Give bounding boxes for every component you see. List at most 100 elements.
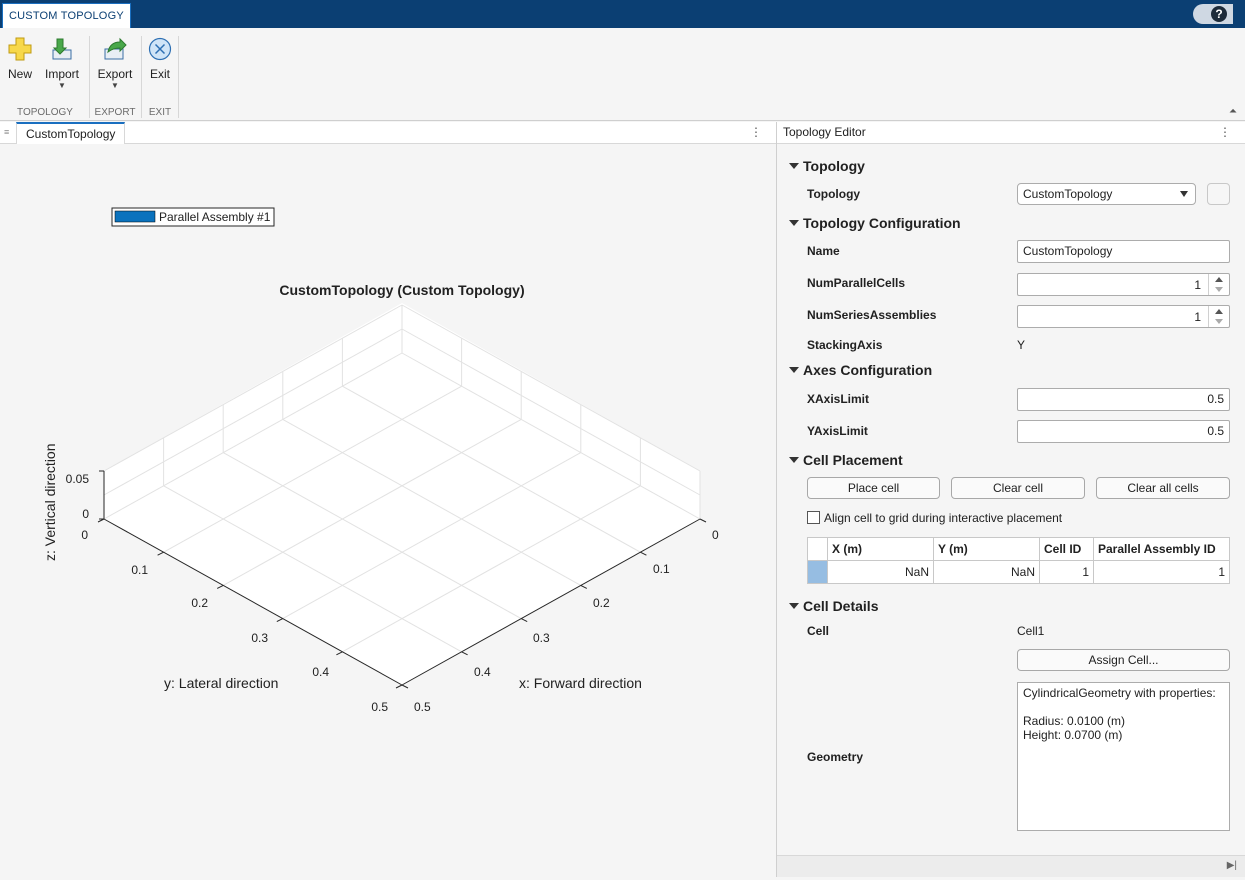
topology-dropdown-value: CustomTopology [1023, 187, 1113, 201]
legend-label: Parallel Assembly #1 [159, 210, 271, 224]
y-tick-label: 0.1 [131, 563, 148, 577]
y-axis-label: y: Lateral direction [164, 675, 278, 691]
plot-title: CustomTopology (Custom Topology) [279, 282, 524, 298]
legend[interactable]: Parallel Assembly #1 [111, 207, 275, 227]
arrow-down-icon[interactable] [1215, 287, 1223, 292]
import-dropdown-icon[interactable]: ▼ [43, 81, 81, 91]
x-tick-label: 0.5 [414, 700, 431, 714]
new-label: New [7, 67, 32, 81]
export-button[interactable]: Export ▼ [96, 36, 134, 91]
expand-panel-icon[interactable]: ▶| [1227, 860, 1237, 871]
column-header[interactable]: Cell ID [1039, 537, 1094, 561]
x-tick-label: 0.2 [593, 596, 610, 610]
x-axis-label: x: Forward direction [519, 675, 642, 691]
geometry-text-area[interactable]: CylindricalGeometry with properties: Rad… [1017, 682, 1230, 831]
import-button[interactable]: Import ▼ [43, 36, 81, 91]
x-tick [461, 651, 468, 656]
axes-3d[interactable]: Parallel Assembly #1 CustomTopology (Cus… [0, 145, 776, 877]
cell-table[interactable]: X (m) Y (m) Cell ID Parallel Assembly ID… [807, 537, 1230, 584]
name-field[interactable]: CustomTopology [1017, 240, 1230, 263]
spinner-arrows[interactable] [1208, 306, 1229, 327]
help-button[interactable]: ? [1193, 4, 1233, 24]
section-topology[interactable]: Topology [789, 158, 865, 174]
help-icon: ? [1211, 6, 1227, 22]
plot-area: Parallel Assembly #1 CustomTopology (Cus… [0, 145, 776, 877]
column-header[interactable]: Y (m) [933, 537, 1040, 561]
cell-label: Cell [807, 624, 830, 638]
row-selector[interactable] [807, 560, 828, 584]
group-label-exit: EXIT [148, 107, 172, 118]
exit-button[interactable]: Exit [147, 36, 173, 81]
x-tick [640, 551, 647, 556]
table-row[interactable]: NaN NaN 1 1 [807, 560, 1230, 584]
group-separator [141, 36, 142, 118]
section-cell-details[interactable]: Cell Details [789, 598, 878, 614]
table-header-row: X (m) Y (m) Cell ID Parallel Assembly ID [807, 537, 1230, 561]
section-axes-configuration[interactable]: Axes Configuration [789, 362, 932, 378]
table-cell[interactable]: NaN [827, 560, 934, 584]
editor-header: Topology Editor ⋮ [777, 122, 1245, 144]
app-tab[interactable]: CUSTOM TOPOLOGY [2, 3, 131, 28]
section-cell-placement[interactable]: Cell Placement [789, 452, 903, 468]
x-axis-limit-label: XAxisLimit [807, 392, 870, 406]
table-cell[interactable]: 1 [1039, 560, 1094, 584]
x-axis-limit-field[interactable]: 0.5 [1017, 388, 1230, 411]
z-axis-label: z: Vertical direction [42, 444, 58, 562]
align-grid-checkbox[interactable] [807, 511, 820, 524]
group-separator [89, 36, 90, 118]
arrow-up-icon[interactable] [1215, 277, 1223, 282]
arrow-down-icon[interactable] [1215, 319, 1223, 324]
y-tick [157, 551, 164, 556]
x-tick-label: 0.3 [533, 631, 550, 645]
y-tick-label: 0.5 [371, 700, 388, 714]
grip-icon[interactable]: ≡ [4, 127, 9, 137]
export-dropdown-icon[interactable]: ▼ [96, 81, 134, 91]
export-icon [104, 37, 127, 60]
table-cell[interactable]: NaN [933, 560, 1040, 584]
exit-label: Exit [149, 67, 170, 81]
arrow-up-icon[interactable] [1215, 309, 1223, 314]
z-tick-label: 0.05 [66, 472, 90, 486]
place-cell-button[interactable]: Place cell [807, 477, 940, 499]
num-parallel-cells-value: 1 [1194, 278, 1201, 292]
clear-all-cells-button[interactable]: Clear all cells [1096, 477, 1230, 499]
topology-extra-button[interactable] [1207, 183, 1230, 205]
align-grid-label: Align cell to grid during interactive pl… [824, 511, 1063, 525]
num-series-assemblies-spinner[interactable]: 1 [1017, 305, 1230, 328]
group-label-export: EXPORT [94, 107, 136, 118]
more-options-icon[interactable]: ⋮ [1219, 125, 1231, 139]
name-label: Name [807, 244, 840, 258]
y-axis-limit-field[interactable]: 0.5 [1017, 420, 1230, 443]
topology-label: Topology [807, 187, 861, 201]
num-parallel-cells-spinner[interactable]: 1 [1017, 273, 1230, 296]
topology-dropdown[interactable]: CustomTopology [1017, 183, 1196, 205]
column-header[interactable]: X (m) [827, 537, 934, 561]
export-label: Export [97, 67, 133, 81]
section-topology-configuration[interactable]: Topology Configuration [789, 215, 961, 231]
document-tab[interactable]: CustomTopology [16, 122, 126, 144]
num-parallel-cells-label: NumParallelCells [807, 276, 906, 290]
z-tick-label: 0 [82, 507, 89, 521]
geometry-label: Geometry [807, 750, 864, 764]
x-tick [401, 684, 409, 689]
legend-swatch [114, 210, 156, 223]
more-options-icon[interactable]: ⋮ [750, 125, 762, 139]
column-header[interactable]: Parallel Assembly ID [1093, 537, 1230, 561]
y-tick [276, 618, 284, 623]
chevron-down-icon [1180, 191, 1188, 197]
editor-title: Topology Editor [783, 125, 866, 139]
num-series-assemblies-label: NumSeriesAssemblies [807, 308, 937, 322]
y-tick-label: 0.4 [312, 665, 329, 679]
collapse-toolstrip-icon[interactable]: ⏶ [1229, 106, 1237, 117]
cell-value: Cell1 [1017, 624, 1045, 638]
x-tick [520, 618, 528, 623]
new-button[interactable]: New [6, 36, 34, 81]
y-tick [336, 651, 343, 656]
clear-cell-button[interactable]: Clear cell [951, 477, 1085, 499]
spinner-arrows[interactable] [1208, 274, 1229, 295]
z-tick-labels: 0 0.05 [66, 472, 90, 521]
table-cell[interactable]: 1 [1093, 560, 1230, 584]
y-tick-label: 0.2 [191, 596, 208, 610]
assign-cell-button[interactable]: Assign Cell... [1017, 649, 1230, 671]
topology-editor: Topology Topology CustomTopology Topolog… [777, 145, 1245, 855]
